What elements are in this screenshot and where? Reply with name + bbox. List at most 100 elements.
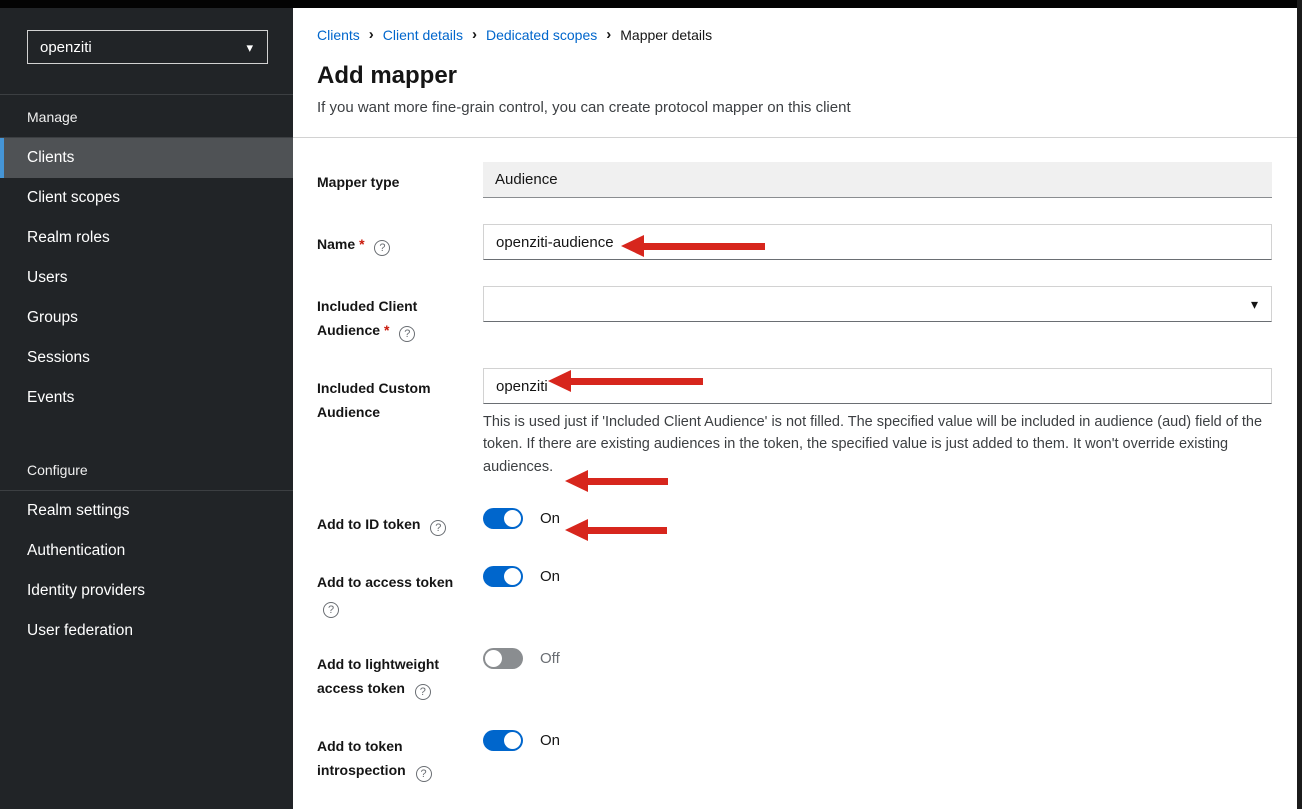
add-to-token-introspection-toggle[interactable] [483,730,523,751]
scrollbar[interactable] [1297,0,1302,809]
add-to-access-token-label: Add to access token ? [317,562,483,618]
label-text: Name [317,236,355,252]
sidebar-item-events[interactable]: Events [0,378,293,418]
toggle-state-label: On [540,510,560,527]
toggle-state-label: On [540,568,560,585]
control-col: This is used just if 'Included Client Au… [483,368,1272,478]
realm-name: openziti [40,39,92,56]
add-to-lightweight-access-token-row: Add to lightweight access token ? Off [317,644,1272,700]
sidebar-item-label: Client scopes [27,189,120,207]
sidebar-item-label: Authentication [27,542,125,560]
label-text: Add to token introspection [317,738,406,778]
sidebar-item-groups[interactable]: Groups [0,298,293,338]
toggle-knob [485,650,502,667]
chevron-down-icon: ▾ [246,41,253,54]
help-icon[interactable]: ? [415,684,431,700]
label-text: Add to access token [317,574,453,590]
sidebar-item-sessions[interactable]: Sessions [0,338,293,378]
sidebar-item-realm-roles[interactable]: Realm roles [0,218,293,258]
mapper-type-row: Mapper type Audience [317,162,1272,198]
add-to-id-token-row: Add to ID token ? On [317,504,1272,536]
breadcrumb-link-dedicated-scopes[interactable]: Dedicated scopes [486,27,597,43]
page-subtitle: If you want more fine-grain control, you… [317,99,1272,116]
breadcrumb: Clients › Client details › Dedicated sco… [317,26,1272,43]
label-text: Add to ID token [317,516,420,532]
help-icon[interactable]: ? [399,326,415,342]
sidebar-item-authentication[interactable]: Authentication [0,531,293,571]
sidebar-item-label: Realm settings [27,502,130,520]
sidebar-item-label: Identity providers [27,582,145,600]
nav-group-heading-manage: Manage [0,95,293,137]
included-client-audience-row: Included Client Audience* ? ▾ [317,286,1272,342]
add-to-access-token-row: Add to access token ? On [317,562,1272,618]
breadcrumb-separator-icon: › [597,26,620,43]
sidebar-item-label: Sessions [27,349,90,367]
toggle-state-label: On [540,732,560,749]
nav-group-heading-configure: Configure [0,448,293,490]
add-to-id-token-toggle[interactable] [483,508,523,529]
sidebar-item-label: Users [27,269,67,287]
realm-selector-dropdown[interactable]: openziti ▾ [27,30,268,64]
mapper-type-label: Mapper type [317,162,483,194]
sidebar-item-realm-settings[interactable]: Realm settings [0,491,293,531]
chevron-down-icon: ▾ [1251,296,1258,313]
required-marker: * [380,322,389,338]
control-col: On [483,504,1272,529]
mapper-type-value: Audience [495,171,558,188]
toggle-knob [504,568,521,585]
help-icon[interactable]: ? [374,240,390,256]
add-to-token-introspection-label: Add to token introspection ? [317,726,483,782]
name-label: Name* ? [317,224,483,256]
control-col: Audience [483,162,1272,198]
toggle-state-label: Off [540,650,560,667]
sidebar-item-users[interactable]: Users [0,258,293,298]
page-title: Add mapper [317,62,1272,90]
breadcrumb-link-client-details[interactable]: Client details [383,27,463,43]
add-to-lightweight-access-token-toggle[interactable] [483,648,523,669]
control-col: ▾ [483,286,1272,322]
breadcrumb-link-clients[interactable]: Clients [317,27,360,43]
page-header: Clients › Client details › Dedicated sco… [293,8,1297,116]
sidebar-item-identity-providers[interactable]: Identity providers [0,571,293,611]
add-to-token-introspection-row: Add to token introspection ? On [317,726,1272,782]
sidebar-item-label: Clients [27,149,74,167]
add-to-access-token-toggle[interactable] [483,566,523,587]
add-to-id-token-label: Add to ID token ? [317,504,483,536]
help-icon[interactable]: ? [416,766,432,782]
included-client-audience-label: Included Client Audience* ? [317,286,483,342]
help-icon[interactable]: ? [430,520,446,536]
sidebar-item-client-scopes[interactable]: Client scopes [0,178,293,218]
sidebar-item-label: Events [27,389,74,407]
sidebar-item-label: Groups [27,309,78,327]
included-custom-audience-label: Included Custom Audience [317,368,483,424]
add-mapper-form: Mapper type Audience Name* ? [293,138,1297,809]
included-client-audience-select[interactable]: ▾ [483,286,1272,322]
main-content: Clients › Client details › Dedicated sco… [293,8,1297,809]
toggle-knob [504,732,521,749]
control-col [483,224,1272,260]
mapper-type-field: Audience [483,162,1272,198]
sidebar-item-label: Realm roles [27,229,110,247]
breadcrumb-current-mapper-details: Mapper details [620,27,712,43]
breadcrumb-separator-icon: › [360,26,383,43]
name-row: Name* ? [317,224,1272,260]
control-col: On [483,562,1272,587]
label-text: Mapper type [317,174,399,190]
sidebar: openziti ▾ Manage Clients Client scopes … [0,8,293,809]
masthead-bar [0,0,1302,8]
control-col: On [483,726,1272,751]
sidebar-item-clients[interactable]: Clients [0,138,293,178]
help-icon[interactable]: ? [323,602,339,618]
required-marker: * [355,236,364,252]
name-input[interactable] [483,224,1272,260]
sidebar-item-label: User federation [27,622,133,640]
label-text: Included Custom Audience [317,380,431,420]
control-col: Off [483,644,1272,669]
keycloak-admin-console: openziti ▾ Manage Clients Client scopes … [0,0,1302,809]
included-custom-audience-row: Included Custom Audience This is used ju… [317,368,1272,478]
sidebar-item-user-federation[interactable]: User federation [0,611,293,651]
included-custom-audience-help-text: This is used just if 'Included Client Au… [483,411,1272,478]
add-to-lightweight-access-token-label: Add to lightweight access token ? [317,644,483,700]
breadcrumb-separator-icon: › [463,26,486,43]
included-custom-audience-input[interactable] [483,368,1272,404]
